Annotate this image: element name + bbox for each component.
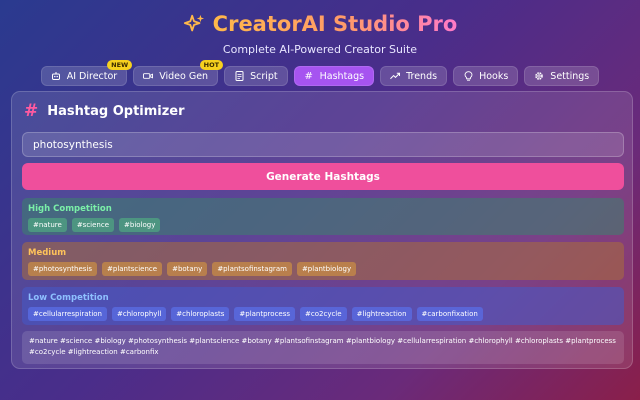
hashtag-chip[interactable]: #plantbiology xyxy=(296,262,357,276)
tab-script[interactable]: Script xyxy=(224,66,288,86)
hash-icon: # xyxy=(24,101,39,121)
tag-list: #nature #science #biology xyxy=(28,218,618,232)
generate-button-label: Generate Hashtags xyxy=(266,170,380,183)
tag-list: #cellularrespiration #chlorophyll #chlor… xyxy=(28,307,618,321)
tab-label: Trends xyxy=(406,70,438,82)
gear-icon xyxy=(534,71,544,81)
robot-icon xyxy=(51,71,61,81)
hashtag-chip[interactable]: #carbonfixation xyxy=(416,307,483,321)
hashtag-chip[interactable]: #nature xyxy=(28,218,67,232)
tab-hooks[interactable]: Hooks xyxy=(453,66,519,86)
hashtag-chip[interactable]: #science xyxy=(71,218,115,232)
hashtag-chip[interactable]: #chloroplasts xyxy=(171,307,230,321)
group-label: High Competition xyxy=(28,204,112,214)
tab-settings[interactable]: Settings xyxy=(524,66,600,86)
group-label: Medium xyxy=(28,248,67,258)
combined-hashtags-output[interactable]: #nature #science #biology #photosynthesi… xyxy=(22,331,624,364)
generate-hashtags-button[interactable]: Generate Hashtags xyxy=(22,163,624,190)
tab-video-gen[interactable]: Video Gen HOT xyxy=(133,60,224,86)
medium-competition-group: Medium #photosynthesis #plantscience #bo… xyxy=(22,242,624,280)
hashtag-chip[interactable]: #cellularrespiration xyxy=(28,307,107,321)
hashtag-chip[interactable]: #botany xyxy=(167,262,208,276)
high-competition-group: High Competition #nature #science #biolo… xyxy=(22,198,624,235)
panel-title: Hashtag Optimizer xyxy=(47,103,185,119)
hashtag-chip[interactable]: #plantscience xyxy=(102,262,163,276)
group-label: Low Competition xyxy=(28,293,109,303)
tab-label: Settings xyxy=(550,70,590,82)
hashtag-chip[interactable]: #plantsofinstagram xyxy=(212,262,292,276)
sparkle-icon xyxy=(183,14,204,32)
hashtag-chip[interactable]: #biology xyxy=(119,218,161,232)
app-title: CreatorAI Studio Pro xyxy=(212,12,458,36)
hashtag-chip[interactable]: #chlorophyll xyxy=(111,307,167,321)
hashtag-chip[interactable]: #photosynthesis xyxy=(28,262,98,276)
document-icon xyxy=(234,71,244,81)
tab-label: Video Gen xyxy=(159,70,209,82)
lightbulb-icon xyxy=(463,71,473,81)
tab-label: Hooks xyxy=(479,70,509,82)
title-row: CreatorAI Studio Pro xyxy=(0,10,640,38)
tab-trends[interactable]: Trends xyxy=(380,66,448,86)
tab-label: AI Director xyxy=(66,70,118,82)
video-camera-icon xyxy=(143,71,154,81)
low-competition-group: Low Competition #cellularrespiration #ch… xyxy=(22,287,624,325)
panel-header: # Hashtag Optimizer xyxy=(22,101,622,121)
tab-bar: AI Director NEW Video Gen HOT Script # H… xyxy=(0,60,640,86)
topic-input-value: photosynthesis xyxy=(33,138,113,151)
app-subtitle: Complete AI-Powered Creator Suite xyxy=(222,43,418,56)
new-badge: NEW xyxy=(107,60,133,70)
tab-hashtags[interactable]: # Hashtags xyxy=(293,66,375,86)
app-header: CreatorAI Studio Pro Complete AI-Powered… xyxy=(0,0,640,86)
hashtag-chip[interactable]: #plantprocess xyxy=(234,307,296,321)
hashtag-chip[interactable]: #lightreaction xyxy=(351,307,412,321)
hash-icon: # xyxy=(304,70,313,82)
tab-ai-director[interactable]: AI Director NEW xyxy=(40,60,133,86)
tab-label: Script xyxy=(250,70,278,82)
hashtag-optimizer-panel: # Hashtag Optimizer photosynthesis Gener… xyxy=(11,91,633,369)
trend-up-icon xyxy=(390,71,401,81)
hashtag-chip[interactable]: #co2cycle xyxy=(300,307,347,321)
hot-badge: HOT xyxy=(199,60,224,70)
tab-label: Hashtags xyxy=(319,70,365,82)
tag-list: #photosynthesis #plantscience #botany #p… xyxy=(28,262,618,276)
topic-input[interactable]: photosynthesis xyxy=(22,132,624,157)
